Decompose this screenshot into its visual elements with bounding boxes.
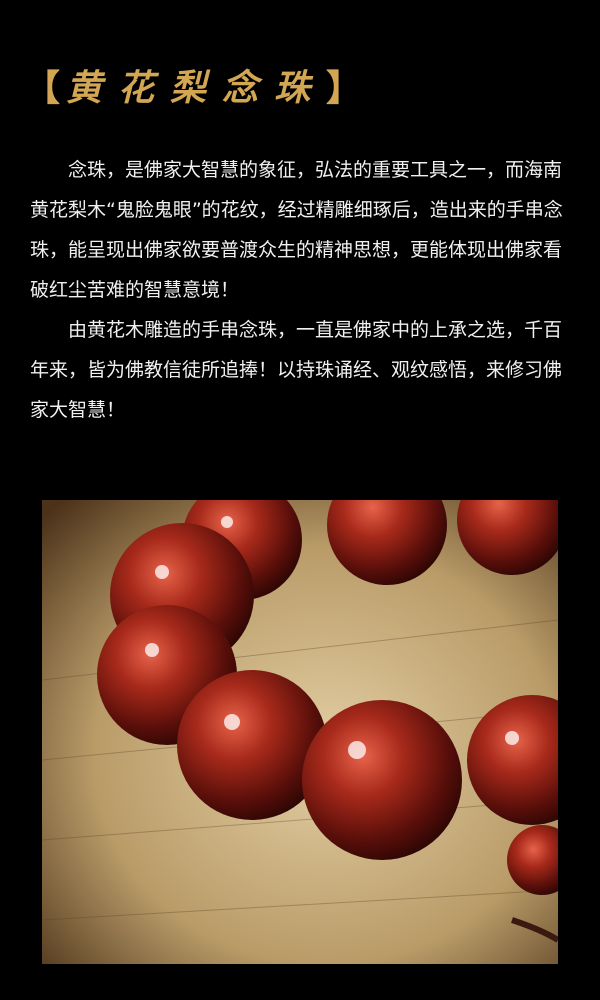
product-photo	[42, 500, 558, 964]
description: 念珠，是佛家大智慧的象征，弘法的重要工具之一，而海南黄花梨木“鬼脸鬼眼”的花纹，…	[30, 150, 575, 430]
description-paragraph-2: 由黄花木雕造的手串念珠，一直是佛家中的上承之选，千百年来，皆为佛教信徒所追捧！以…	[30, 319, 563, 421]
title-text: 黄花梨念珠	[66, 67, 327, 109]
page-title: 【 黄花梨念珠 】	[24, 60, 362, 116]
prayer-beads-illustration	[42, 500, 558, 964]
description-paragraph-1: 念珠，是佛家大智慧的象征，弘法的重要工具之一，而海南黄花梨木“鬼脸鬼眼”的花纹，…	[30, 159, 563, 301]
title-left-bracket: 【	[24, 67, 61, 109]
title-right-bracket: 】	[326, 67, 363, 109]
bead	[302, 700, 462, 860]
